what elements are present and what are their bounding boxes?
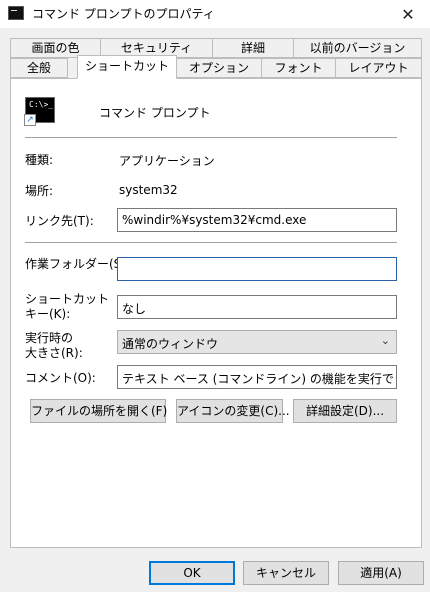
run-label-line2: 大きさ(R): <box>25 346 83 360</box>
tab-font[interactable]: フォント <box>261 58 336 78</box>
type-label: 種類: <box>25 153 54 167</box>
shortcut-name: コマンド プロンプト <box>99 106 211 120</box>
prompt-glyph: C:\>_ <box>29 100 54 109</box>
target-label: リンク先(T): <box>25 214 94 228</box>
start-in-label: 作業フォルダー(S): <box>25 257 131 271</box>
tab-details[interactable]: 詳細 <box>212 38 294 58</box>
tab-general[interactable]: 全般 <box>10 58 68 78</box>
window-title: コマンド プロンプトのプロパティ <box>32 7 215 21</box>
cancel-button[interactable]: キャンセル <box>243 561 329 585</box>
open-file-location-button[interactable]: ファイルの場所を開く(F) <box>30 399 167 423</box>
apply-button[interactable]: 適用(A) <box>338 561 424 585</box>
chevron-down-icon: ⌄ <box>380 334 390 347</box>
start-in-input[interactable] <box>117 257 397 281</box>
run-label-line1: 実行時の <box>25 331 74 345</box>
run-select[interactable]: 通常のウィンドウ ⌄ <box>117 330 397 354</box>
shortcut-arrow-icon: ↗ <box>24 114 36 126</box>
separator <box>25 137 397 138</box>
command-prompt-shortcut-icon: C:\>_ ↗ <box>24 97 55 126</box>
change-icon-button[interactable]: アイコンの変更(C)... <box>176 399 290 423</box>
tab-shortcut[interactable]: ショートカット <box>77 55 177 79</box>
hotkey-label-line1: ショートカット <box>25 292 110 306</box>
location-value: system32 <box>119 183 178 197</box>
ok-button[interactable]: OK <box>149 561 235 585</box>
comment-input[interactable]: テキスト ベース (コマンドライン) の機能を実行できます。 <box>117 365 397 389</box>
comment-label: コメント(O): <box>25 371 96 385</box>
title-bar: コマンド プロンプトのプロパティ ✕ <box>0 0 430 28</box>
tab-layout[interactable]: レイアウト <box>335 58 422 78</box>
hotkey-label-line2: キー(K): <box>25 307 71 321</box>
location-label: 場所: <box>25 184 54 198</box>
close-button[interactable]: ✕ <box>386 0 430 28</box>
target-input[interactable]: %windir%¥system32¥cmd.exe <box>117 208 397 232</box>
separator <box>25 242 397 243</box>
tab-options[interactable]: オプション <box>176 58 262 78</box>
hotkey-input[interactable]: なし <box>117 295 397 319</box>
run-select-value: 通常のウィンドウ <box>122 337 219 351</box>
type-value: アプリケーション <box>119 154 215 168</box>
command-prompt-icon <box>8 6 24 20</box>
tab-previous-versions[interactable]: 以前のバージョン <box>293 38 422 58</box>
advanced-button[interactable]: 詳細設定(D)... <box>293 399 397 423</box>
shortcut-panel: C:\>_ ↗ コマンド プロンプト 種類: アプリケーション 場所: syst… <box>10 78 422 548</box>
